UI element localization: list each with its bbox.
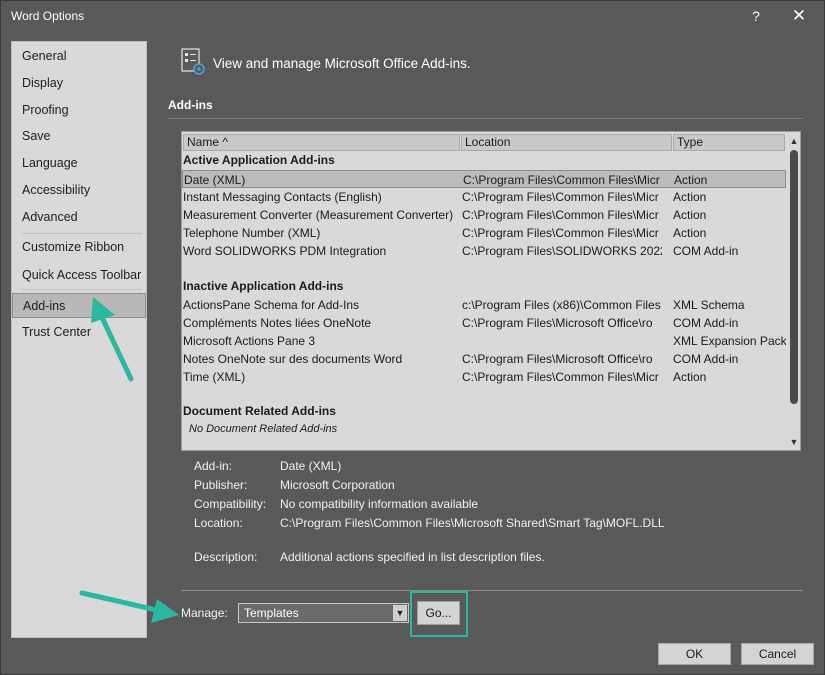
column-header-name[interactable]: Name ^ bbox=[183, 134, 460, 151]
sidebar-item-quick-access-toolbar[interactable]: Quick Access Toolbar bbox=[12, 263, 146, 288]
annotation-arrow-icon bbox=[91, 297, 134, 382]
cell-name: Microsoft Actions Pane 3 bbox=[183, 334, 316, 348]
cell-type: COM Add-in bbox=[673, 316, 739, 330]
scroll-up-icon[interactable]: ▲ bbox=[789, 135, 799, 147]
cell-location: c:\Program Files (x86)\Common Files bbox=[462, 298, 661, 312]
sidebar-item-proofing[interactable]: Proofing bbox=[12, 98, 146, 123]
section-divider bbox=[168, 118, 803, 119]
table-row[interactable]: Word SOLIDWORKS PDM Integration C:\Progr… bbox=[182, 242, 786, 260]
cell-name: ActionsPane Schema for Add-Ins bbox=[183, 298, 360, 312]
section-title: Add-ins bbox=[168, 98, 213, 112]
cell-name: Word SOLIDWORKS PDM Integration bbox=[183, 244, 387, 258]
table-row[interactable]: Compléments Notes liées OneNote C:\Progr… bbox=[182, 314, 786, 332]
detail-publisher-label: Publisher: bbox=[194, 478, 248, 492]
title-bar: Word Options ? ✕ bbox=[1, 1, 824, 31]
cell-location: C:\Program Files\SOLIDWORKS 2022\ bbox=[462, 244, 662, 258]
group-header-inactive: Inactive Application Add-ins bbox=[183, 279, 344, 293]
column-header-type[interactable]: Type bbox=[673, 134, 785, 151]
cell-name: Date (XML) bbox=[184, 173, 246, 187]
table-row[interactable]: ActionsPane Schema for Add-Ins c:\Progra… bbox=[182, 296, 786, 314]
scroll-down-icon[interactable]: ▼ bbox=[789, 436, 799, 448]
manage-selected-value: Templates bbox=[244, 606, 299, 620]
table-row[interactable]: Date (XML) C:\Program Files\Common Files… bbox=[182, 170, 786, 188]
chevron-down-icon[interactable]: ▼ bbox=[393, 605, 407, 621]
table-row[interactable]: Time (XML) C:\Program Files\Common Files… bbox=[182, 368, 786, 386]
sidebar-separator bbox=[22, 289, 142, 290]
window-title: Word Options bbox=[11, 9, 85, 23]
cell-location: C:\Program Files\Common Files\Micr bbox=[462, 208, 659, 222]
cancel-button[interactable]: Cancel bbox=[741, 643, 814, 665]
cell-location: C:\Program Files\Common Files\Micr bbox=[462, 370, 659, 384]
manage-dropdown[interactable]: Templates ▼ bbox=[238, 603, 409, 623]
cell-type: XML Expansion Pack bbox=[673, 334, 786, 348]
cell-type: Action bbox=[674, 173, 708, 187]
detail-addin-label: Add-in: bbox=[194, 459, 233, 473]
help-button[interactable]: ? bbox=[745, 5, 767, 27]
sidebar-item-save[interactable]: Save bbox=[12, 124, 146, 149]
detail-location-value: C:\Program Files\Common Files\Microsoft … bbox=[280, 516, 665, 530]
detail-description-value: Additional actions specified in list des… bbox=[280, 550, 545, 564]
detail-description-label: Description: bbox=[194, 550, 258, 564]
cell-type: COM Add-in bbox=[673, 244, 739, 258]
detail-compatibility-value: No compatibility information available bbox=[280, 497, 479, 511]
column-header-location[interactable]: Location bbox=[461, 134, 672, 151]
cell-name: Time (XML) bbox=[183, 370, 246, 384]
group-header-document: Document Related Add-ins bbox=[183, 404, 336, 418]
addins-list[interactable]: Name ^ Location Type Active Application … bbox=[181, 131, 801, 451]
no-document-addins-text: No Document Related Add-ins bbox=[189, 423, 338, 435]
cell-type: Action bbox=[673, 208, 707, 222]
detail-publisher-value: Microsoft Corporation bbox=[280, 478, 395, 492]
manage-label: Manage: bbox=[181, 606, 228, 620]
cell-type: Action bbox=[673, 226, 707, 240]
cell-location: C:\Program Files\Common Files\Micr bbox=[463, 173, 660, 187]
page-heading: View and manage Microsoft Office Add-ins… bbox=[213, 56, 471, 71]
list-scrollbar[interactable]: ▲ ▼ bbox=[787, 132, 800, 450]
cell-name: Instant Messaging Contacts (English) bbox=[183, 190, 382, 204]
sidebar-item-customize-ribbon[interactable]: Customize Ribbon bbox=[12, 235, 146, 260]
sidebar-item-general[interactable]: General bbox=[12, 44, 146, 69]
cell-name: Notes OneNote sur des documents Word bbox=[183, 352, 403, 366]
detail-location-label: Location: bbox=[194, 516, 243, 530]
go-button[interactable]: Go... bbox=[417, 601, 460, 625]
sidebar-item-accessibility[interactable]: Accessibility bbox=[12, 178, 146, 203]
annotation-arrow-icon bbox=[79, 590, 179, 623]
scroll-thumb[interactable] bbox=[790, 150, 798, 404]
cell-type: Action bbox=[673, 370, 707, 384]
cell-name: Compléments Notes liées OneNote bbox=[183, 316, 372, 330]
cell-type: COM Add-in bbox=[673, 352, 739, 366]
cell-name: Measurement Converter (Measurement Conve… bbox=[183, 208, 454, 222]
detail-compatibility-label: Compatibility: bbox=[194, 497, 267, 511]
cell-type: Action bbox=[673, 190, 707, 204]
manage-divider bbox=[181, 590, 803, 591]
sidebar-item-language[interactable]: Language bbox=[12, 151, 146, 176]
cell-name: Telephone Number (XML) bbox=[183, 226, 321, 240]
table-row[interactable]: Telephone Number (XML) C:\Program Files\… bbox=[182, 224, 786, 242]
cell-location: C:\Program Files\Microsoft Office\ro bbox=[462, 352, 653, 366]
cell-location: C:\Program Files\Common Files\Micr bbox=[462, 190, 659, 204]
cell-location: C:\Program Files\Common Files\Micr bbox=[462, 226, 659, 240]
cell-type: XML Schema bbox=[673, 298, 745, 312]
table-row[interactable]: Measurement Converter (Measurement Conve… bbox=[182, 206, 786, 224]
ok-button[interactable]: OK bbox=[658, 643, 731, 665]
detail-addin-value: Date (XML) bbox=[280, 459, 342, 473]
group-header-active: Active Application Add-ins bbox=[183, 153, 335, 167]
sidebar-item-display[interactable]: Display bbox=[12, 71, 146, 96]
word-options-dialog: Word Options ? ✕ General Display Proofin… bbox=[0, 0, 825, 675]
table-row[interactable]: Instant Messaging Contacts (English) C:\… bbox=[182, 188, 786, 206]
cell-location: C:\Program Files\Microsoft Office\ro bbox=[462, 316, 653, 330]
table-row[interactable]: Microsoft Actions Pane 3 XML Expansion P… bbox=[182, 332, 786, 350]
sidebar-item-advanced[interactable]: Advanced bbox=[12, 205, 146, 230]
close-button[interactable]: ✕ bbox=[788, 5, 810, 27]
sidebar-separator bbox=[22, 233, 142, 234]
addins-gear-icon bbox=[181, 48, 205, 75]
table-row[interactable]: Notes OneNote sur des documents Word C:\… bbox=[182, 350, 786, 368]
